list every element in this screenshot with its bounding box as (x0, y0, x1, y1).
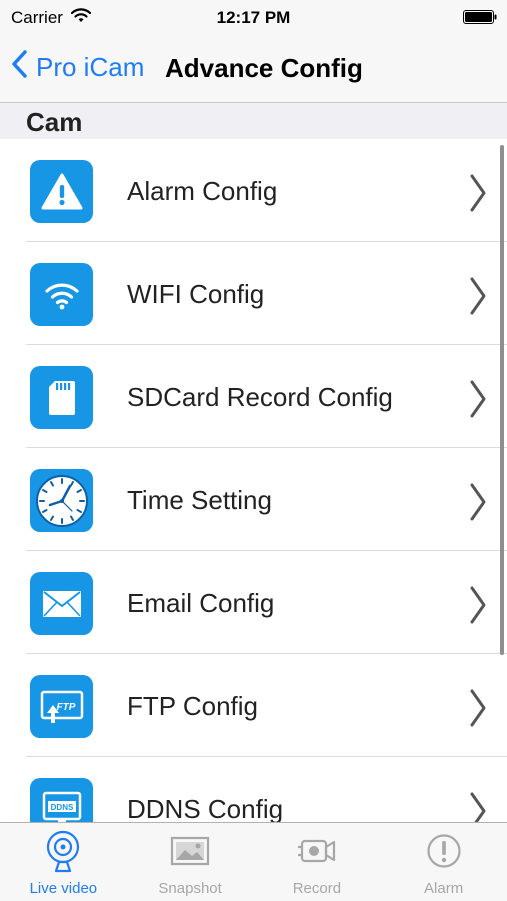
item-label: Alarm Config (127, 176, 278, 206)
ftp-badge-text: FTP (56, 702, 75, 713)
tab-label: Record (292, 880, 342, 897)
page-title: Advance Config (165, 53, 363, 83)
item-label: Time Setting (127, 485, 272, 515)
list-item-alarm-config[interactable]: Alarm Config (0, 139, 507, 242)
chevron-right-icon (469, 379, 487, 424)
item-label: DDNS Config (127, 794, 284, 822)
list-item-email-config[interactable]: Email Config (0, 551, 507, 654)
chevron-right-icon (469, 688, 487, 733)
webcam-icon (0, 830, 127, 873)
ddns-icon: DDNS (30, 778, 93, 822)
tab-bar: Live video Snapshot Record Alarm (0, 822, 507, 901)
status-bar: Carrier 12:17 PM (0, 0, 507, 36)
tab-label: Snapshot (158, 880, 222, 897)
section-header: Cam (0, 103, 507, 139)
item-label: WIFI Config (127, 279, 265, 309)
wifi-icon (30, 263, 93, 326)
sdcard-icon (30, 366, 93, 429)
ddns-badge-text: DDNS (50, 803, 73, 812)
config-list[interactable]: Alarm Config WIFI Config SDCard Record C… (0, 139, 507, 822)
chevron-right-icon (469, 482, 487, 527)
item-label: SDCard Record Config (127, 382, 393, 412)
list-item-wifi-config[interactable]: WIFI Config (0, 242, 507, 345)
chevron-right-icon (469, 173, 487, 218)
chevron-right-icon (469, 276, 487, 321)
navigation-bar: Pro iCam Advance Config (0, 36, 507, 103)
item-label: FTP Config (127, 691, 259, 721)
chevron-right-icon (469, 791, 487, 822)
tab-live-video[interactable]: Live video (0, 823, 127, 901)
tab-record[interactable]: Record (254, 823, 381, 901)
tab-alarm[interactable]: Alarm (380, 823, 507, 901)
section-title: Cam (26, 107, 83, 137)
battery-icon (463, 10, 497, 24)
chevron-right-icon (469, 585, 487, 630)
tab-snapshot[interactable]: Snapshot (127, 823, 254, 901)
alert-icon (380, 831, 507, 871)
tab-label: Live video (29, 880, 98, 897)
scrollbar[interactable] (500, 145, 504, 655)
clock-icon (30, 469, 93, 532)
ftp-icon: FTP (30, 675, 93, 738)
status-time: 12:17 PM (216, 8, 291, 27)
tab-label: Alarm (424, 880, 464, 897)
video-camera-icon (254, 831, 381, 871)
back-button-label: Pro iCam (36, 52, 145, 82)
back-button[interactable]: Pro iCam (12, 50, 144, 85)
warning-icon (30, 160, 93, 223)
list-item-time-setting[interactable]: Time Setting (0, 448, 507, 551)
list-item-ddns-config[interactable]: DDNS DDNS Config (0, 757, 507, 822)
list-item-ftp-config[interactable]: FTP FTP Config (0, 654, 507, 757)
item-label: Email Config (127, 588, 275, 618)
picture-icon (127, 831, 254, 871)
back-chevron-icon (12, 50, 28, 85)
envelope-icon (30, 572, 93, 635)
list-item-sdcard-record-config[interactable]: SDCard Record Config (0, 345, 507, 448)
